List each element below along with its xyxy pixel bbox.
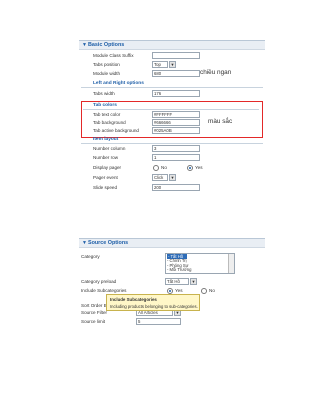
item-layout-title: Item layout — [93, 137, 119, 142]
row-tab-active-background: Tab active background #025A0B — [79, 127, 265, 134]
row-include-subcategories: Include Subcategories Yes No — [79, 287, 265, 294]
tab-colors-title: Tab colors — [93, 103, 117, 108]
number-row-input[interactable]: 1 — [152, 154, 200, 161]
label-tabs-width: Tabs width — [93, 91, 115, 96]
dropdown-arrow-icon[interactable]: ▼ — [169, 61, 176, 68]
number-column-input[interactable]: 3 — [152, 145, 200, 152]
pager-event-value: Click — [154, 175, 164, 180]
label-number-row: Number row — [93, 155, 119, 160]
tabs-position-select[interactable]: Top ▼ — [152, 61, 176, 68]
row-tabs-position: Tabs position Top ▼ — [79, 61, 265, 68]
label-pager-event: Pager event — [93, 175, 118, 180]
label-slide-speed: Slide speed — [93, 185, 118, 190]
basic-options-title: Basic Options — [88, 42, 125, 48]
row-slide-speed: Slide speed 200 — [79, 184, 265, 191]
tooltip-text: Including products belonging to sub-cate… — [110, 304, 198, 309]
tab-active-background-input[interactable]: #025A0B — [152, 127, 200, 134]
category-listbox[interactable]: - Tất Hồ - Chính Trị - Phóng Sự - Mỗi Tr… — [165, 253, 235, 274]
row-category: Category - Tất Hồ - Chính Trị - Phóng Sự… — [79, 253, 265, 274]
label-tab-text-color: Tab text color — [93, 112, 121, 117]
label-module-width: Module width — [93, 71, 121, 76]
category-item[interactable]: - Mỗi Trường — [167, 267, 191, 272]
collapse-arrow-icon[interactable]: ▼ — [82, 240, 87, 246]
dropdown-arrow-icon[interactable]: ▼ — [190, 278, 197, 285]
label-include-subcategories: Include Subcategories — [81, 288, 127, 293]
module-width-input[interactable]: 680 — [152, 70, 200, 77]
left-right-title: Left and Right options — [93, 81, 144, 86]
label-tab-background: Tab background — [93, 120, 126, 125]
collapse-arrow-icon[interactable]: ▼ — [82, 42, 87, 48]
label-display-pager: Display pager — [93, 165, 122, 170]
row-tabs-width: Tabs width 176 — [79, 90, 265, 97]
tabs-position-value: Top — [154, 62, 161, 67]
row-class-suffix: Module Class Suffix — [79, 52, 265, 59]
dropdown-arrow-icon[interactable]: ▼ — [169, 174, 176, 181]
row-module-width: Module width 680 chiều ngan — [79, 69, 265, 77]
display-pager-yes-label: Yes — [195, 165, 203, 170]
label-tab-active-background: Tab active background — [93, 128, 139, 133]
category-preload-value: Tất Hồ — [167, 279, 180, 284]
label-source-filter: Source Filter — [81, 310, 108, 315]
source-limit-input[interactable]: 5 — [136, 318, 181, 325]
basic-options-panel: ▼ Basic Options Module Class Suffix Tabs… — [79, 40, 265, 222]
label-source-limit: Source limit — [81, 319, 105, 324]
display-pager-no-radio[interactable] — [153, 165, 159, 171]
color-annotation: màu sắc — [208, 118, 233, 125]
source-options-header[interactable]: ▼ Source Options — [79, 238, 265, 248]
display-pager-yes-radio[interactable] — [187, 165, 193, 171]
row-tab-text-color: Tab text color #FFFFFF — [79, 111, 265, 118]
basic-options-header[interactable]: ▼ Basic Options — [79, 40, 265, 50]
class-suffix-input[interactable] — [152, 52, 200, 59]
source-options-title: Source Options — [88, 240, 129, 246]
left-right-subheader: Left and Right options — [81, 80, 263, 88]
row-number-column: Number column 3 — [79, 145, 265, 152]
width-annotation: chiều ngan — [200, 69, 232, 76]
tab-text-color-input[interactable]: #FFFFFF — [152, 111, 200, 118]
include-sub-no-radio[interactable] — [201, 288, 207, 294]
category-scrollbar[interactable] — [228, 254, 234, 273]
category-preload-select[interactable]: Tất Hồ ▼ — [165, 278, 197, 285]
label-number-column: Number column — [93, 146, 126, 151]
tab-background-input[interactable]: #666666 — [152, 119, 200, 126]
label-category-preload: Category preload — [81, 279, 117, 284]
label-category: Category — [81, 254, 100, 259]
label-sort-order: Sort Order By — [81, 303, 110, 308]
item-layout-subheader: Item layout — [81, 136, 263, 144]
include-subcategories-tooltip: Include Subcategories Including products… — [106, 294, 200, 311]
label-class-suffix: Module Class Suffix — [93, 53, 134, 58]
row-tab-background: Tab background #666666 màu sắc — [79, 118, 265, 126]
row-source-limit: Source limit 5 — [79, 318, 265, 325]
source-options-panel: ▼ Source Options Category - Tất Hồ - Chí… — [79, 238, 265, 338]
row-category-preload: Category preload Tất Hồ ▼ — [79, 278, 265, 285]
slide-speed-input[interactable]: 200 — [152, 184, 200, 191]
label-tabs-position: Tabs position — [93, 62, 120, 67]
tooltip-title: Include Subcategories — [110, 297, 157, 302]
include-sub-yes-label: Yes — [175, 288, 183, 293]
pager-event-select[interactable]: Click ▼ — [152, 174, 176, 181]
row-number-row: Number row 1 — [79, 154, 265, 161]
row-display-pager: Display pager No Yes — [79, 164, 265, 171]
display-pager-no-label: No — [161, 165, 167, 170]
include-sub-no-label: No — [209, 288, 215, 293]
tab-colors-subheader: Tab colors — [83, 102, 259, 110]
row-pager-event: Pager event Click ▼ — [79, 174, 265, 181]
tabs-width-input[interactable]: 176 — [152, 90, 200, 97]
